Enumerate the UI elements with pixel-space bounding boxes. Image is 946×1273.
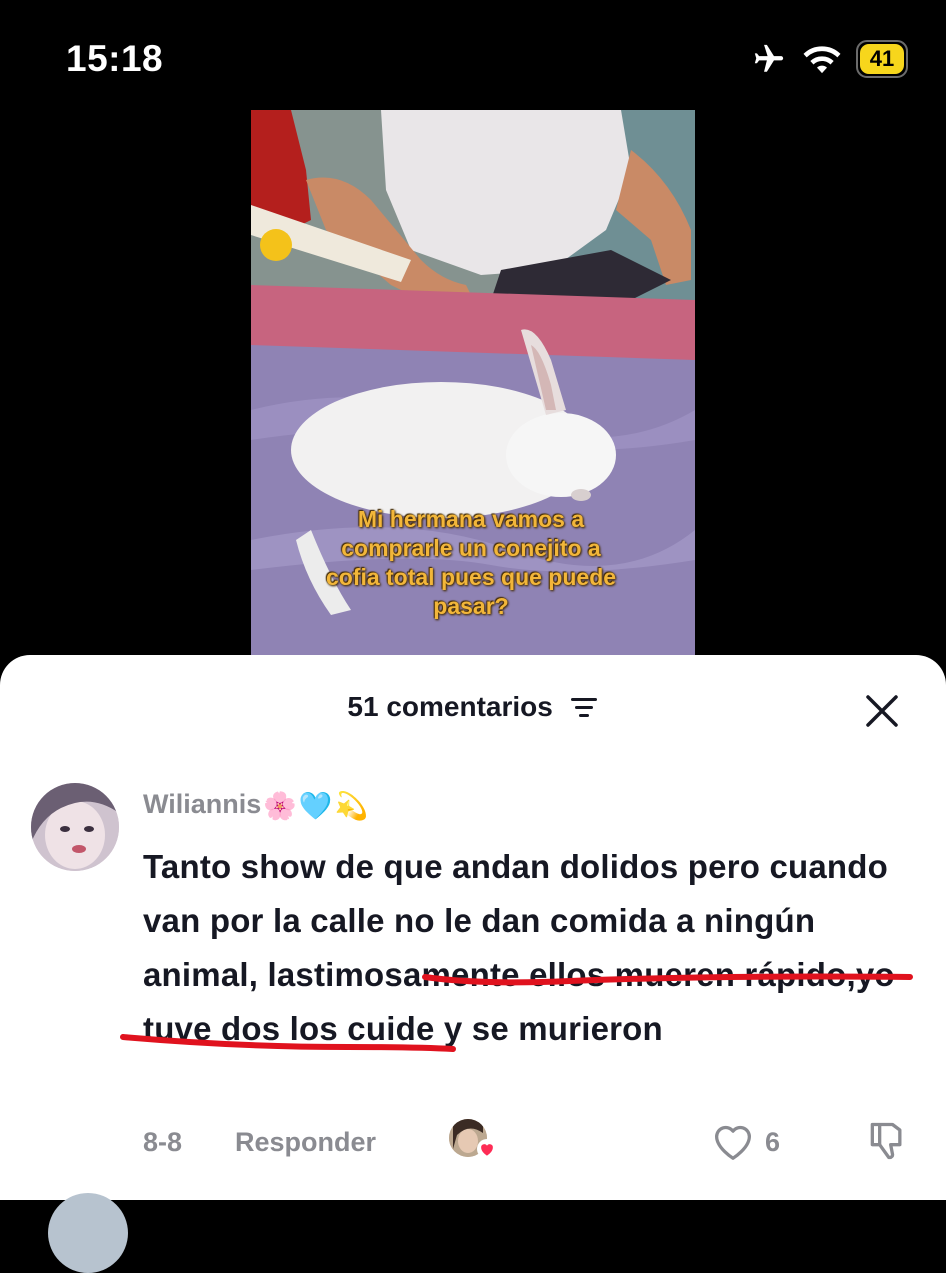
status-bar: 15:18 41 (0, 0, 946, 110)
sort-filter-icon[interactable] (569, 695, 599, 719)
emoji-dizzy: 💫 (334, 790, 369, 821)
wifi-icon (803, 46, 841, 74)
comments-header: 51 comentarios (0, 655, 946, 761)
creator-heart-icon (477, 1139, 497, 1159)
status-icons: 41 (750, 40, 908, 78)
commenter-username[interactable]: Wiliannis 🌸 🩵 💫 (143, 789, 368, 822)
battery-icon: 41 (856, 40, 908, 78)
airplane-icon (754, 44, 784, 72)
status-time: 15:18 (66, 38, 164, 79)
username-text: Wiliannis (143, 789, 262, 819)
comments-sheet: 51 comentarios Wiliannis 🌸 🩵 💫 Tanto show d… (0, 655, 946, 1273)
caption-line: comprarle un conejito a (341, 535, 601, 561)
caption-line: Mi hermana vamos a (357, 506, 585, 532)
caption-line: cofia total pues que puede (325, 564, 617, 590)
comment-actions: 8-8 Responder 6 (143, 1119, 913, 1165)
dislike-icon[interactable] (865, 1119, 909, 1163)
comments-title[interactable]: 51 comentarios (0, 691, 946, 723)
like-count: 6 (765, 1127, 781, 1157)
caption-line: pasar? (433, 593, 509, 619)
emoji-blossom: 🌸 (263, 790, 297, 821)
reply-button[interactable]: Responder (235, 1127, 376, 1158)
next-comment-avatar[interactable] (48, 1193, 128, 1273)
close-icon[interactable] (862, 691, 902, 731)
video-caption: Mi hermana vamos a comprarle un conejito… (291, 505, 651, 621)
like-heart-icon[interactable] (711, 1121, 755, 1161)
commenter-avatar[interactable] (31, 783, 119, 871)
username-emojis: 🌸 🩵 💫 (263, 790, 368, 822)
comment-body: Tanto show de que andan dolidos pero cua… (143, 848, 895, 1047)
emoji-light-blue-heart: 🩵 (298, 790, 333, 821)
comment-date: 8-8 (143, 1127, 183, 1157)
battery-level: 41 (860, 44, 904, 74)
video-preview[interactable]: Mi hermana vamos a comprarle un conejito… (251, 110, 695, 670)
avatar-image (31, 783, 119, 871)
comments-count-label: 51 comentarios (347, 691, 553, 722)
